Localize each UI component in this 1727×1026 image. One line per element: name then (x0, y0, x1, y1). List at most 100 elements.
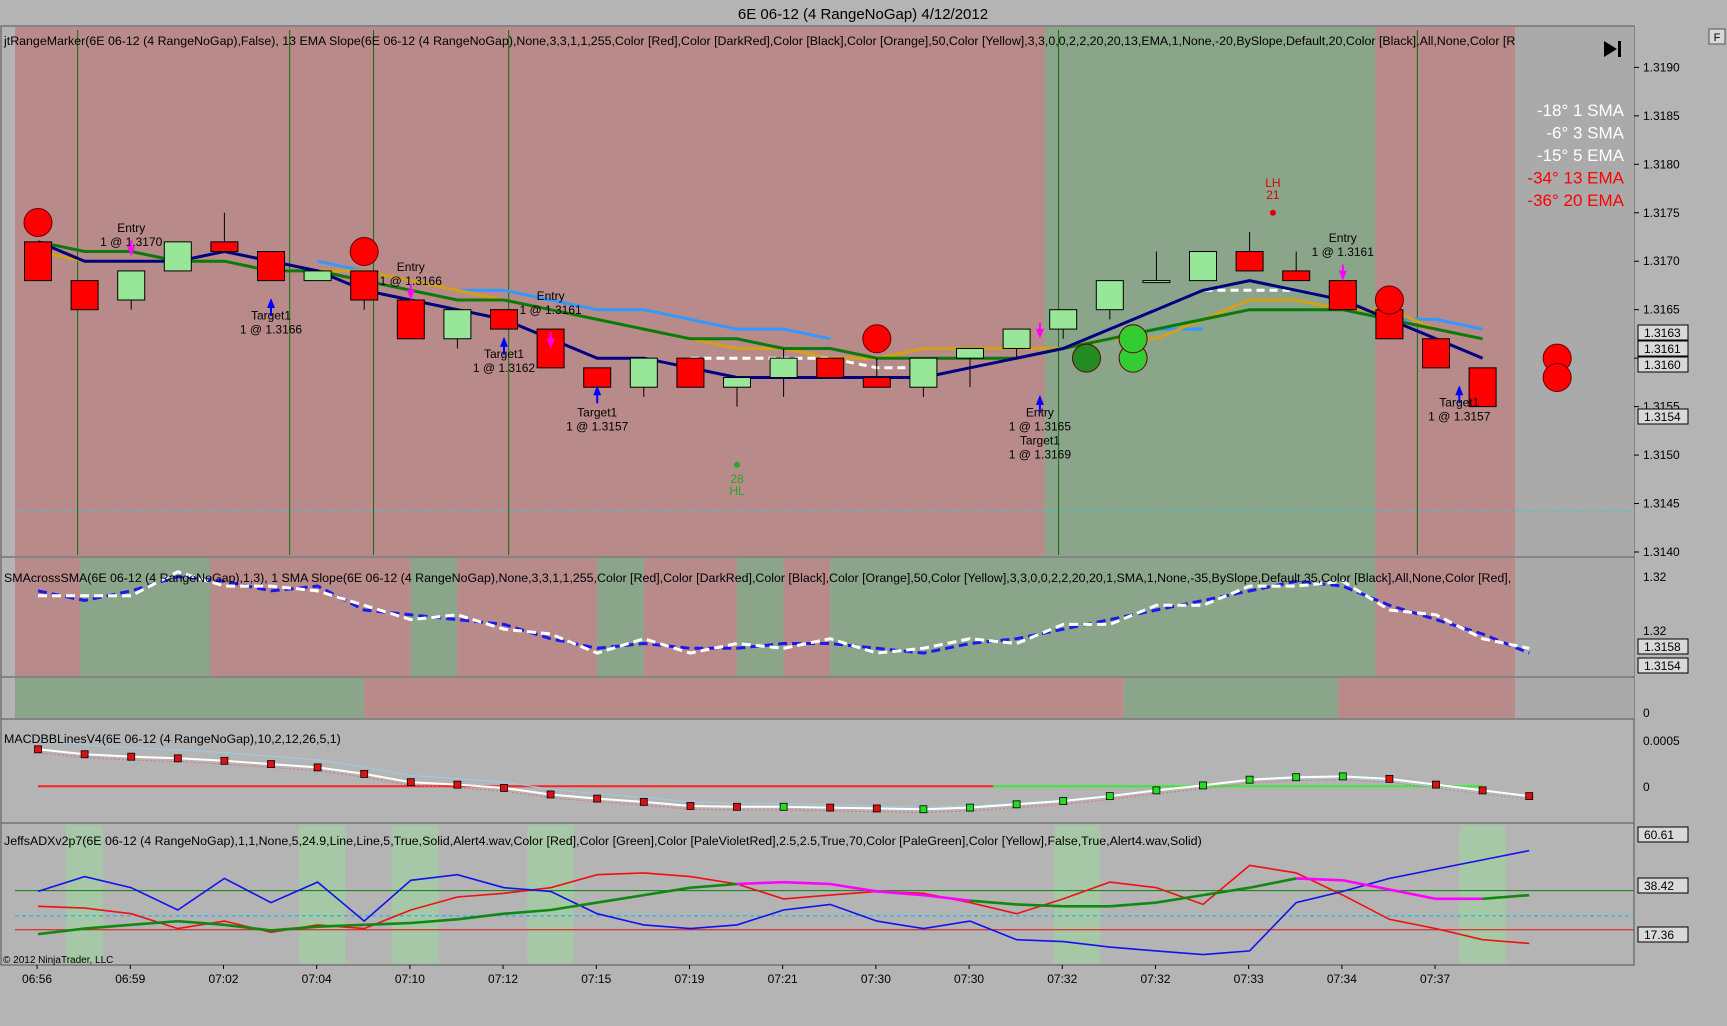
up-candle (1142, 280, 1171, 284)
signal-circle (1118, 324, 1148, 354)
y-tick-label: 1.3170 (1643, 254, 1680, 268)
trade-annotation: Entry (1329, 231, 1357, 245)
trade-annotation: Entry (397, 260, 425, 274)
price-zone-bear (15, 27, 1045, 556)
signal-circle (1072, 343, 1101, 373)
macd-y-tick-label: 0 (1643, 780, 1650, 794)
adx-line-segment (1016, 903, 1064, 908)
price-panel-label: jtRangeMarker(6E 06-12 (4 RangeNoGap),Fa… (3, 34, 1515, 48)
sma-y-tick-label: 1.32 (1643, 570, 1667, 584)
down-candle (210, 241, 239, 253)
signal-circle (349, 237, 379, 267)
zone-strip-panel (15, 678, 1634, 718)
adx-value-flag-label: 17.36 (1644, 928, 1674, 942)
adx-line-segment (364, 921, 411, 927)
trade-annotation: Target1 (1020, 433, 1060, 447)
strip-zone-bear (364, 678, 1124, 718)
macd-dot (1059, 797, 1068, 805)
x-tick-label: 07:32 (1047, 972, 1077, 986)
slope-legend-entry: -6° 3 SMA (1546, 124, 1624, 143)
strip-zone-gray (1515, 678, 1634, 718)
x-tick-label: 07:12 (488, 972, 518, 986)
up-candle (1049, 309, 1078, 330)
trade-annotation: 1 @ 1.3161 (519, 303, 582, 317)
macd-dot (639, 797, 648, 806)
sma-price-flag-label: 1.3158 (1644, 640, 1681, 654)
macd-dot (220, 756, 229, 765)
macd-dot (966, 803, 974, 812)
adx-panel-label: JeffsADXv2p7(6E 06-12 (4 RangeNoGap),1,1… (4, 834, 1202, 848)
y-tick-label: 1.3185 (1643, 109, 1680, 123)
slope-legend-entry: -36° 20 EMA (1527, 191, 1624, 210)
macd-dot (1105, 792, 1114, 801)
down-candle (24, 241, 52, 282)
x-tick-label: 06:56 (22, 972, 52, 986)
down-candle (257, 251, 285, 282)
macd-dot (1338, 772, 1347, 781)
up-candle (723, 377, 751, 388)
strip-y-tick-label: 0 (1643, 706, 1650, 720)
macd-dot (360, 770, 369, 778)
x-tick-label: 07:21 (768, 972, 798, 986)
macd-dot (313, 763, 322, 772)
up-candle (1002, 328, 1031, 349)
up-candle (1189, 251, 1217, 282)
swing-label: HL (729, 484, 745, 498)
price-panel: Entry1 @ 1.3170Target11 @ 1.3166Entry1 @… (15, 27, 1634, 556)
macd-dot (1292, 773, 1301, 782)
macd-dot (127, 752, 136, 761)
down-candle (490, 309, 518, 330)
adx-value-flag-label: 60.61 (1644, 828, 1674, 842)
trade-annotation: 1 @ 1.3166 (240, 322, 303, 336)
sma-cross-panel-label: SMAcrossSMA(6E 06-12 (4 RangeNoGap),1,3)… (4, 571, 1511, 585)
y-tick-label: 1.3145 (1643, 497, 1680, 511)
x-tick-label: 07:30 (954, 972, 984, 986)
price-flag-label: 1.3160 (1644, 358, 1681, 372)
macd-dot (1432, 780, 1440, 789)
macd-y-tick-label: 0.0005 (1643, 734, 1680, 748)
up-candle (909, 357, 938, 388)
x-tick-label: 07:15 (581, 972, 611, 986)
down-candle (1422, 338, 1450, 369)
macd-dot (546, 790, 555, 799)
x-tick-label: 07:02 (208, 972, 238, 986)
x-tick-label: 07:32 (1140, 972, 1170, 986)
adx-line-segment (1296, 877, 1343, 882)
up-candle (303, 270, 332, 282)
down-candle (1282, 270, 1311, 282)
macd-dot (779, 802, 788, 811)
x-tick-label: 07:10 (395, 972, 425, 986)
swing-dot (734, 461, 740, 468)
up-candle (769, 357, 798, 379)
macd-dot (1478, 786, 1487, 795)
macd-dot (500, 784, 508, 792)
macd-dot (453, 780, 462, 789)
down-candle (1235, 251, 1264, 272)
x-tick-label: 07:30 (861, 972, 891, 986)
trade-annotation: 1 @ 1.3157 (1428, 410, 1491, 424)
trade-annotation: 1 @ 1.3157 (566, 419, 629, 433)
window-title: 6E 06-12 (4 RangeNoGap) 4/12/2012 (738, 6, 988, 23)
y-tick-label: 1.3165 (1643, 303, 1680, 317)
chart-canvas: 6E 06-12 (4 RangeNoGap) 4/12/2012 Entry1… (0, 0, 1727, 1021)
strip-zone-bear (1338, 678, 1516, 718)
trade-annotation: Entry (537, 289, 565, 303)
trade-annotation: 1 @ 1.3169 (1009, 447, 1072, 461)
x-tick-label: 06:59 (115, 972, 145, 986)
up-candle (443, 309, 472, 340)
slope-legend-entry: -34° 13 EMA (1527, 169, 1624, 188)
up-candle (956, 347, 984, 359)
adx-line-segment (736, 880, 784, 886)
up-candle (629, 357, 658, 388)
macd-dot (1525, 792, 1534, 801)
macd-dot (733, 802, 741, 811)
up-candle (117, 270, 146, 301)
down-candle (676, 357, 705, 388)
price-flag-label: 1.3154 (1644, 410, 1681, 424)
trade-annotation: 1 @ 1.3165 (1009, 419, 1072, 433)
macd-dot (267, 760, 275, 768)
macd-dot (686, 802, 695, 810)
macd-panel-label: MACDBBLinesV4(6E 06-12 (4 RangeNoGap),10… (4, 732, 341, 746)
sma-y-tick-label: 1.32 (1643, 624, 1667, 638)
up-candle (1095, 280, 1124, 311)
